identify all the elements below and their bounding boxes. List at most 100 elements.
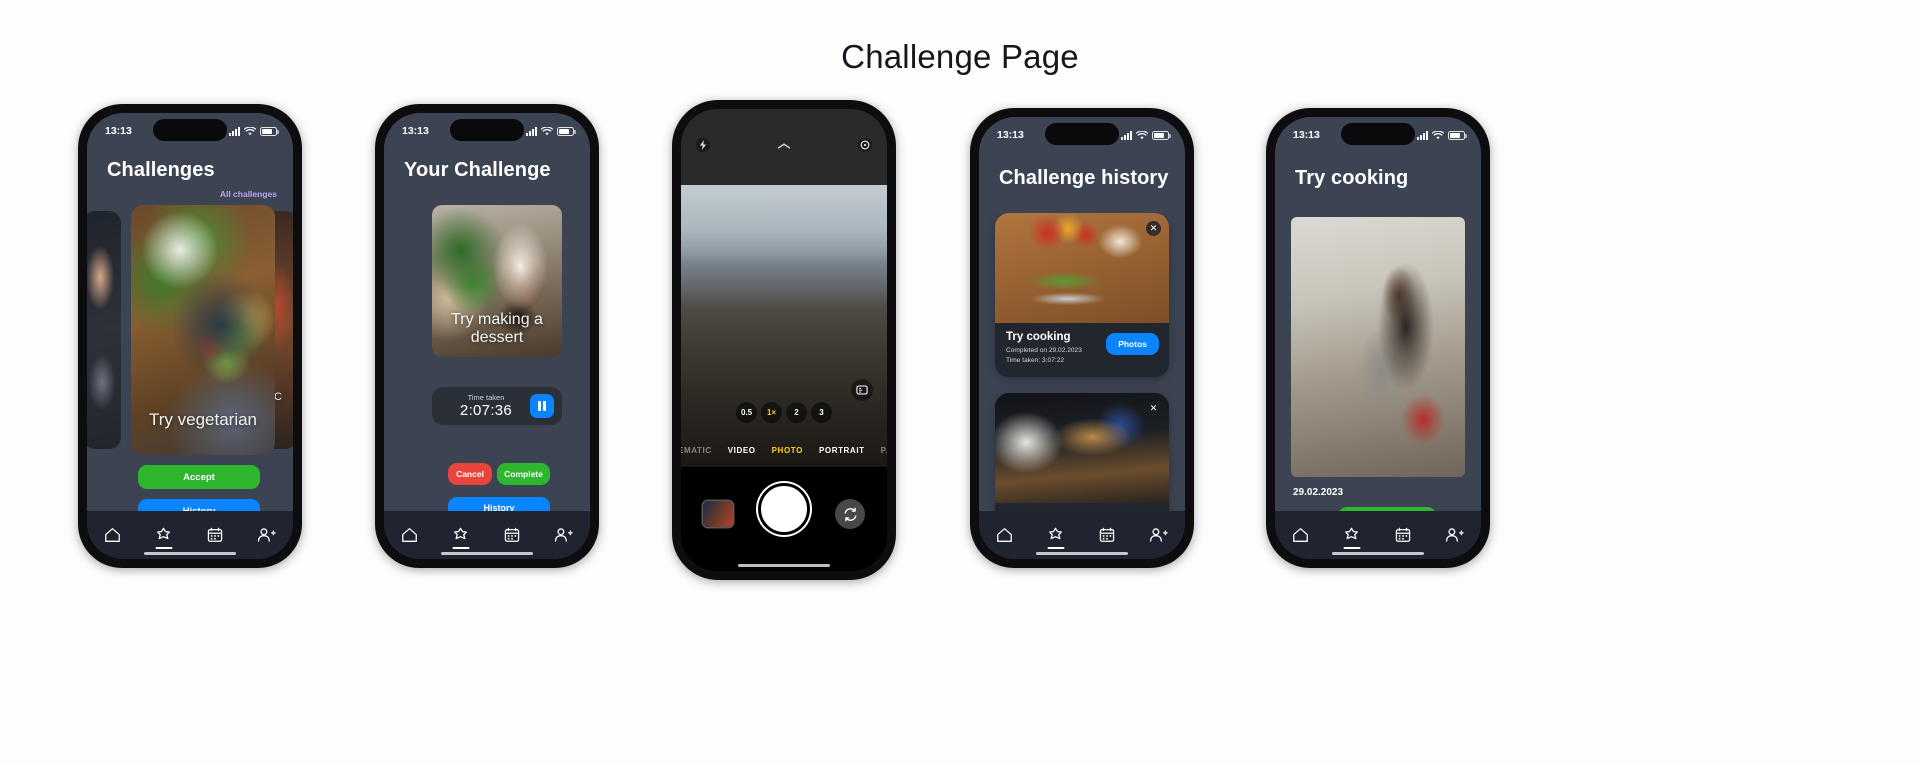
sidebar-item-challenges[interactable] [1343,527,1361,549]
photos-button[interactable]: Photos [1106,333,1159,355]
complete-button[interactable]: Complete [497,463,550,485]
sidebar-item-challenges[interactable] [155,527,173,549]
screen-challenge-history: 13:13 Challenge history ✕ Try cooking Co… [979,117,1185,559]
sidebar-item-home[interactable] [104,527,121,543]
page-heading: Challenge history [999,167,1169,189]
camera-viewport[interactable] [681,185,887,467]
all-challenges-link[interactable]: All challenges [220,189,277,199]
zoom-chip-1[interactable]: 1× [761,402,782,423]
dynamic-island [450,119,524,141]
status-indicators [229,126,279,136]
screen-camera: 0.5 1× 2 3 CINEMATIC VIDEO PHOTO PORTRAI… [681,109,887,571]
sidebar-item-calendar[interactable] [1395,527,1411,543]
battery-icon [1448,130,1467,140]
puzzle-icon [1345,527,1359,539]
dynamic-island [153,119,227,141]
sidebar-item-profile[interactable] [257,527,276,543]
zoom-level-selector[interactable]: 0.5 1× 2 3 [736,402,832,423]
page-title: Challenge Page [841,38,1079,75]
cancel-button[interactable]: Cancel [448,463,492,485]
gallery-thumbnail[interactable] [703,501,733,527]
list-item-body: Try cooking Completed on 29.02.2023 Time… [995,323,1169,377]
sidebar-item-profile[interactable] [1149,527,1168,543]
wifi-icon [1136,130,1148,139]
pause-button[interactable] [530,393,554,418]
cellular-signal-icon [1417,130,1428,140]
close-icon[interactable]: ✕ [1146,221,1161,236]
sidebar-item-challenges[interactable] [452,527,470,549]
timer-value: 2:07:36 [459,401,513,419]
list-item-time-taken: Time taken: 3:07:22 [1006,356,1065,364]
phone-camera: 0.5 1× 2 3 CINEMATIC VIDEO PHOTO PORTRAI… [672,100,896,580]
profile-icon [257,528,276,542]
battery-icon [557,126,576,136]
sidebar-item-calendar[interactable] [504,527,520,543]
screen-your-challenge: 13:13 Your Challenge Try making a desser… [384,113,590,559]
phone-challenge-detail: 13:13 Try cooking 29.02.2023 New Challen… [1266,108,1490,568]
puzzle-icon [157,527,171,539]
status-indicators [526,126,576,136]
home-icon [105,528,120,542]
card-image [87,211,121,449]
mode-cinematic[interactable]: CINEMATIC [681,446,712,455]
accept-button[interactable]: Accept [138,465,260,489]
settings-icon[interactable] [857,137,873,158]
cellular-signal-icon [229,126,240,136]
timer-label: Time taken [467,392,505,402]
sidebar-item-challenges[interactable] [1047,527,1065,549]
home-icon [997,528,1012,542]
status-time: 13:13 [1293,129,1320,141]
zoom-chip-0[interactable]: 0.5 [736,402,757,423]
flip-camera-icon[interactable] [835,499,865,529]
challenge-photo[interactable] [1291,217,1465,477]
page-heading: Challenges [107,159,215,181]
mode-portrait[interactable]: PORTRAIT [819,446,865,455]
status-time: 13:13 [402,125,429,137]
carousel-card-active[interactable]: Try vegetarian [131,205,275,455]
list-item[interactable]: ✕ Try cooking Completed on 29.02.2023 Ti… [995,213,1169,377]
wifi-icon [541,126,553,135]
sidebar-item-home[interactable] [401,527,418,543]
challenge-card-label: Try making a dessert [451,311,543,347]
sidebar-item-home[interactable] [996,527,1013,543]
calendar-icon [207,527,222,542]
challenge-carousel[interactable]: C Try vegetarian [87,205,293,455]
dynamic-island [1341,123,1415,145]
close-icon[interactable]: ✕ [1146,400,1161,416]
home-indicator [441,551,533,555]
cellular-signal-icon [526,126,537,136]
sidebar-item-profile[interactable] [1445,527,1464,543]
shutter-button[interactable] [758,483,810,535]
live-photo-icon[interactable] [851,379,873,401]
sidebar-item-calendar[interactable] [207,527,223,543]
mode-pano[interactable]: PANO [881,446,887,455]
history-list[interactable]: ✕ Try cooking Completed on 29.02.2023 Ti… [979,213,1185,511]
chevron-up-icon[interactable] [774,139,794,157]
sidebar-item-calendar[interactable] [1099,527,1115,543]
profile-icon [1149,528,1168,542]
home-indicator [144,551,236,555]
puzzle-icon [1049,527,1063,539]
zoom-chip-2[interactable]: 2 [786,402,807,423]
challenge-card[interactable]: Try making a dessert [432,205,562,357]
carousel-card-active-label: Try vegetarian [148,409,258,429]
active-tab-indicator [1047,546,1065,549]
list-item[interactable]: ✕ Try chess Completed on 21.02.2023 Time… [995,392,1169,511]
status-indicators [1417,130,1467,140]
flash-icon[interactable] [695,137,711,158]
camera-preview-image [681,185,887,467]
mode-video[interactable]: VIDEO [728,446,756,455]
challenge-date: 29.02.2023 [1293,487,1344,498]
zoom-chip-3[interactable]: 3 [811,402,832,423]
calendar-icon [504,527,519,542]
camera-mode-selector[interactable]: CINEMATIC VIDEO PHOTO PORTRAIT PANO [681,446,887,455]
active-tab-indicator [155,546,173,549]
mode-photo[interactable]: PHOTO [772,446,803,455]
phone-challenges: 13:13 Challenges All challenges C Try ve… [78,104,302,568]
sidebar-item-home[interactable] [1292,527,1309,543]
home-icon [1293,528,1308,542]
page-heading: Your Challenge [404,159,551,181]
sidebar-item-profile[interactable] [554,527,573,543]
carousel-card-prev[interactable] [87,211,121,449]
screen-challenge-detail: 13:13 Try cooking 29.02.2023 New Challen… [1275,117,1481,559]
